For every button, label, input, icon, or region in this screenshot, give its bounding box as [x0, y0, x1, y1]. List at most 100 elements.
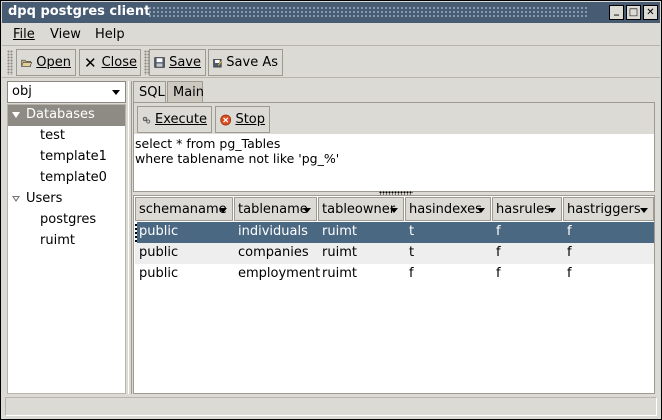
- cell: individuals: [238, 224, 308, 239]
- sort-arrow-icon: [219, 208, 227, 213]
- cell: public: [139, 245, 179, 260]
- maximize-button[interactable]: □: [626, 5, 641, 20]
- close-icon: ✕: [646, 6, 655, 18]
- main-toolbar: Open ✕ Close Save Save As: [2, 47, 660, 78]
- cell: employment: [238, 266, 321, 281]
- menu-file-label: File: [13, 27, 35, 42]
- column-header-tableowner[interactable]: tableowner: [318, 197, 404, 221]
- cell: f: [567, 224, 572, 239]
- stop-label: Stop: [235, 112, 265, 127]
- connection-select[interactable]: obj: [7, 81, 126, 103]
- menu-view[interactable]: View: [50, 27, 81, 42]
- tree-node-label: Databases: [26, 107, 95, 122]
- cell: ruimt: [322, 224, 357, 239]
- status-bar: [5, 397, 657, 416]
- table-row[interactable]: public companies ruimt t f f: [135, 243, 654, 264]
- column-header-hastriggers[interactable]: hastriggers: [563, 197, 654, 221]
- sort-arrow-icon: [477, 208, 485, 213]
- minimize-button[interactable]: _: [609, 5, 624, 20]
- open-button[interactable]: Open: [16, 49, 76, 76]
- tree-node-users[interactable]: Users: [8, 189, 125, 210]
- cell: companies: [238, 245, 309, 260]
- tab-main[interactable]: Main: [167, 81, 205, 102]
- save-button[interactable]: Save: [149, 49, 206, 76]
- tab-sql[interactable]: SQL: [133, 81, 166, 103]
- app-window: dpq postgres client _ □ ✕ File View Help…: [0, 0, 662, 420]
- save-as-button[interactable]: Save As: [208, 49, 283, 76]
- maximize-icon: □: [628, 6, 639, 18]
- tree-item-database[interactable]: template1: [8, 147, 125, 168]
- toolbar-handle[interactable]: [7, 50, 13, 75]
- cell: ruimt: [322, 266, 357, 281]
- close-window-button[interactable]: ✕: [643, 5, 658, 20]
- sql-line: select * from pg_Tables: [135, 136, 281, 151]
- column-header-label: hastriggers: [567, 202, 641, 217]
- save-as-label: Save As: [226, 55, 278, 70]
- expander-open-icon[interactable]: [12, 196, 20, 202]
- column-header-hasindexes[interactable]: hasindexes: [405, 197, 491, 221]
- column-header-label: tableowner: [322, 202, 396, 217]
- tree-node-label: Users: [26, 191, 63, 206]
- save-as-icon: [213, 58, 223, 67]
- column-header-schemaname[interactable]: schemaname: [135, 197, 233, 221]
- column-header-label: tablename: [238, 202, 308, 217]
- sql-panel: Execute Stop select * from pg_Tables whe…: [133, 102, 655, 192]
- sort-arrow-icon: [548, 208, 556, 213]
- cell: t: [409, 245, 415, 260]
- menu-help[interactable]: Help: [95, 27, 125, 42]
- cell: public: [139, 266, 179, 281]
- sql-line: where tablename not like 'pg_%': [135, 151, 340, 166]
- open-label: Open: [36, 55, 71, 70]
- tree-item-label: template0: [40, 170, 107, 185]
- connection-select-value: obj: [12, 84, 32, 99]
- tree-item-label: ruimt: [40, 233, 75, 248]
- sql-editor[interactable]: select * from pg_Tables where tablename …: [134, 134, 654, 191]
- tree-item-user[interactable]: postgres: [8, 210, 125, 231]
- column-header-label: schemaname: [139, 202, 227, 217]
- tree-item-database[interactable]: template0: [8, 168, 125, 189]
- results-grid: schemaname tablename tableowner hasindex…: [133, 195, 655, 394]
- stop-icon: [220, 114, 232, 125]
- execute-label: Execute: [155, 112, 207, 127]
- tree-node-databases[interactable]: Databases: [8, 105, 125, 126]
- tree-item-user[interactable]: ruimt: [8, 231, 125, 252]
- pane-splitter[interactable]: [128, 81, 132, 394]
- column-header-hasrules[interactable]: hasrules: [492, 197, 562, 221]
- column-header-tablename[interactable]: tablename: [234, 197, 317, 221]
- cell: f: [567, 266, 572, 281]
- title-bar[interactable]: dpq postgres client _ □ ✕: [2, 2, 660, 23]
- close-x-icon: ✕: [84, 53, 97, 72]
- tab-main-label: Main: [173, 85, 205, 100]
- cell: f: [567, 245, 572, 260]
- execute-button[interactable]: Execute: [137, 106, 212, 133]
- save-label: Save: [169, 55, 201, 70]
- menu-file[interactable]: File: [13, 27, 35, 42]
- tree-item-label: postgres: [40, 212, 97, 227]
- minimize-icon: _: [614, 5, 619, 16]
- close-button[interactable]: ✕ Close: [79, 49, 141, 76]
- tree-item-database[interactable]: test: [8, 126, 125, 147]
- sql-toolbar: Execute Stop: [134, 103, 654, 134]
- cell: public: [139, 224, 179, 239]
- cell: f: [409, 266, 414, 281]
- sort-arrow-icon: [390, 208, 398, 213]
- sort-arrow-icon: [640, 208, 648, 213]
- column-header-label: hasindexes: [409, 202, 482, 217]
- window-title: dpq postgres client: [8, 4, 151, 19]
- sort-arrow-icon: [303, 208, 311, 213]
- expander-open-icon[interactable]: [12, 112, 20, 118]
- folder-open-icon: [21, 59, 33, 67]
- chevron-down-icon: [112, 90, 120, 95]
- floppy-disk-icon: [154, 57, 165, 68]
- tree-item-label: template1: [40, 149, 107, 164]
- object-tree: Databases test template1 template0 Users…: [7, 104, 126, 394]
- menu-bar: File View Help: [2, 24, 660, 46]
- close-label: Close: [101, 55, 137, 70]
- cell: f: [496, 245, 501, 260]
- table-row[interactable]: public individuals ruimt t f f: [135, 222, 654, 243]
- menu-help-label: Help: [95, 27, 125, 42]
- cell: f: [496, 224, 501, 239]
- tab-sql-label: SQL: [139, 85, 165, 100]
- stop-button[interactable]: Stop: [215, 106, 270, 133]
- table-row[interactable]: public employment ruimt f f f: [135, 264, 654, 285]
